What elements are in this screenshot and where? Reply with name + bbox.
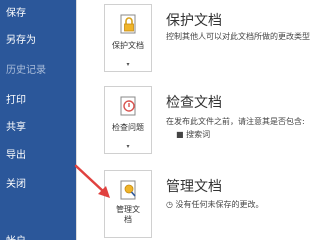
annotation-arrow — [74, 164, 110, 198]
